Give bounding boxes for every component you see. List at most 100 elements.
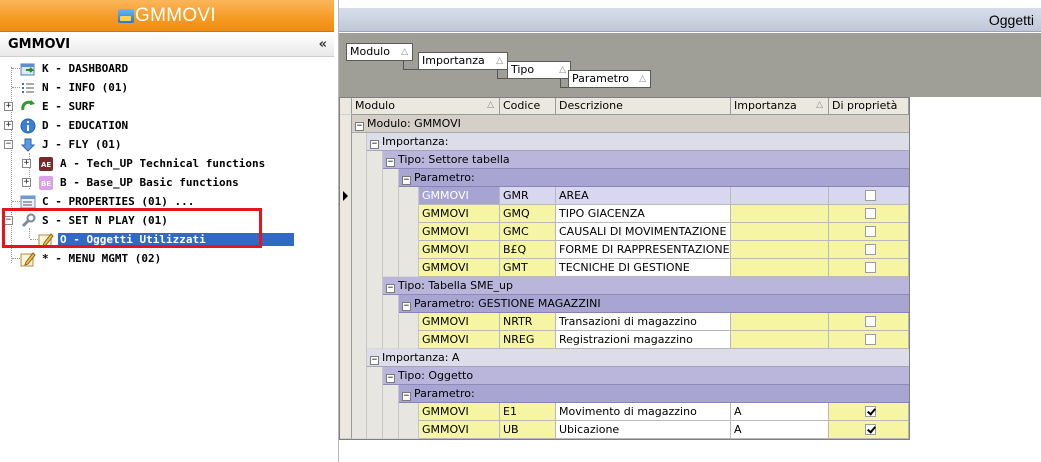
group-row-parametro[interactable]: − Parametro:	[399, 385, 909, 403]
cell-codice[interactable]: GMR	[500, 187, 556, 205]
cell-di-proprieta[interactable]	[829, 187, 909, 205]
cell-di-proprieta[interactable]	[829, 241, 909, 259]
collapse-icon[interactable]: −	[386, 284, 395, 293]
checkbox-checked[interactable]	[865, 424, 876, 435]
group-row-parametro[interactable]: − Parametro: GESTIONE MAGAZZINI	[399, 295, 909, 313]
checkbox-checked[interactable]	[865, 406, 876, 417]
cell-codice[interactable]: GMQ	[500, 205, 556, 223]
cell-modulo[interactable]: GMMOVI	[419, 223, 500, 241]
cell-modulo[interactable]: GMMOVI	[419, 259, 500, 277]
cell-descrizione[interactable]: AREA	[556, 187, 731, 205]
collapse-icon[interactable]: −	[386, 158, 395, 167]
checkbox[interactable]	[865, 244, 876, 255]
checkbox[interactable]	[865, 226, 876, 237]
cell-di-proprieta[interactable]	[829, 421, 909, 439]
indent-column	[399, 187, 419, 277]
cell-importanza[interactable]	[731, 187, 829, 205]
group-connector	[403, 61, 418, 70]
cell-di-proprieta[interactable]	[829, 259, 909, 277]
cell-descrizione[interactable]: FORME DI RAPPRESENTAZIONE	[556, 241, 731, 259]
group-row-tipo[interactable]: − Tipo: Oggetto	[383, 367, 909, 385]
cell-modulo[interactable]: GMMOVI	[419, 241, 500, 259]
checkbox[interactable]	[865, 316, 876, 327]
edit-icon	[20, 251, 36, 267]
collapse-icon[interactable]: −	[402, 392, 411, 401]
checkbox[interactable]	[865, 334, 876, 345]
tree-item-fly[interactable]: − J - FLY (01)	[4, 135, 123, 154]
collapse-icon[interactable]: −	[355, 122, 364, 131]
cell-codice[interactable]: NREG	[500, 331, 556, 349]
checkbox[interactable]	[865, 190, 876, 201]
column-header-di-proprieta[interactable]: Di proprietà	[829, 97, 909, 115]
cell-modulo[interactable]: GMMOVI	[419, 313, 500, 331]
checkbox[interactable]	[865, 262, 876, 273]
group-row-parametro[interactable]: − Parametro:	[399, 169, 909, 187]
collapse-panel-icon[interactable]: «	[319, 37, 334, 52]
collapse-icon[interactable]: −	[386, 374, 395, 383]
cell-di-proprieta[interactable]	[829, 205, 909, 223]
group-by-importanza[interactable]: Importanza △	[418, 52, 508, 70]
cell-descrizione[interactable]: Ubicazione	[556, 421, 731, 439]
tree-item-dashboard[interactable]: K - DASHBOARD	[12, 59, 130, 78]
cell-codice[interactable]: NRTR	[500, 313, 556, 331]
indent-column	[367, 367, 383, 439]
collapse-icon[interactable]: −	[370, 140, 379, 149]
group-row-importanza[interactable]: − Importanza: A	[367, 349, 909, 367]
cell-di-proprieta[interactable]	[829, 223, 909, 241]
group-row-importanza[interactable]: − Importanza:	[367, 133, 909, 151]
cell-modulo[interactable]: GMMOVI	[419, 205, 500, 223]
cell-di-proprieta[interactable]	[829, 403, 909, 421]
group-by-parametro[interactable]: Parametro △	[568, 70, 651, 88]
cell-modulo[interactable]: GMMOVI	[419, 421, 500, 439]
tree-item-info[interactable]: N - INFO (01)	[12, 78, 130, 97]
cell-importanza[interactable]	[731, 259, 829, 277]
cell-descrizione[interactable]: TIPO GIACENZA	[556, 205, 731, 223]
cell-importanza[interactable]: A	[731, 421, 829, 439]
column-header-importanza[interactable]: Importanza △	[731, 97, 829, 115]
checkbox[interactable]	[865, 208, 876, 219]
cell-modulo[interactable]: GMMOVI	[419, 187, 500, 205]
cell-di-proprieta[interactable]	[829, 331, 909, 349]
cell-descrizione[interactable]: Movimento di magazzino	[556, 403, 731, 421]
cell-descrizione[interactable]: Registrazioni magazzino	[556, 331, 731, 349]
cell-descrizione[interactable]: TECNICHE DI GESTIONE	[556, 259, 731, 277]
group-by-tipo[interactable]: Tipo △	[507, 61, 571, 79]
cell-importanza[interactable]	[731, 241, 829, 259]
group-row-modulo[interactable]: − Modulo: GMMOVI	[352, 115, 909, 133]
cell-codice[interactable]: UB	[500, 421, 556, 439]
cell-descrizione[interactable]: Transazioni di magazzino	[556, 313, 731, 331]
column-header-codice[interactable]: Codice	[500, 97, 556, 115]
tree-item-tech-up[interactable]: + AE A - Tech_UP Technical functions	[22, 154, 267, 173]
collapse-icon[interactable]: −	[402, 302, 411, 311]
tree-item-education[interactable]: + D - EDUCATION	[4, 116, 130, 135]
cell-descrizione[interactable]: CAUSALI DI MOVIMENTAZIONE	[556, 223, 731, 241]
cell-importanza[interactable]	[731, 205, 829, 223]
cell-codice[interactable]: GMT	[500, 259, 556, 277]
cell-codice[interactable]: B£Q	[500, 241, 556, 259]
expand-icon[interactable]: +	[4, 121, 13, 130]
group-by-modulo[interactable]: Modulo △	[346, 43, 413, 61]
tree-item-label: B - Base_UP Basic functions	[60, 176, 239, 189]
cell-codice[interactable]: GMC	[500, 223, 556, 241]
cell-modulo[interactable]: GMMOVI	[419, 403, 500, 421]
cell-importanza[interactable]	[731, 331, 829, 349]
cell-di-proprieta[interactable]	[829, 313, 909, 331]
column-header-modulo[interactable]: Modulo △	[352, 97, 500, 115]
collapse-icon[interactable]: −	[4, 140, 13, 149]
expand-icon[interactable]: +	[4, 102, 13, 111]
collapse-icon[interactable]: −	[402, 176, 411, 185]
tree-item-menu-mgmt[interactable]: * - MENU MGMT (02)	[12, 249, 163, 268]
cell-importanza[interactable]: A	[731, 403, 829, 421]
cell-modulo[interactable]: GMMOVI	[419, 331, 500, 349]
tree-item-base-up[interactable]: + BE B - Base_UP Basic functions	[22, 173, 241, 192]
cell-importanza[interactable]	[731, 223, 829, 241]
expand-icon[interactable]: +	[22, 178, 31, 187]
collapse-icon[interactable]: −	[370, 356, 379, 365]
tree-item-surf[interactable]: + E - SURF	[4, 97, 97, 116]
group-row-tipo[interactable]: − Tipo: Settore tabella	[383, 151, 909, 169]
cell-codice[interactable]: E1	[500, 403, 556, 421]
group-row-tipo[interactable]: − Tipo: Tabella SME_up	[383, 277, 909, 295]
column-header-descrizione[interactable]: Descrizione	[556, 97, 731, 115]
cell-importanza[interactable]	[731, 313, 829, 331]
expand-icon[interactable]: +	[22, 159, 31, 168]
